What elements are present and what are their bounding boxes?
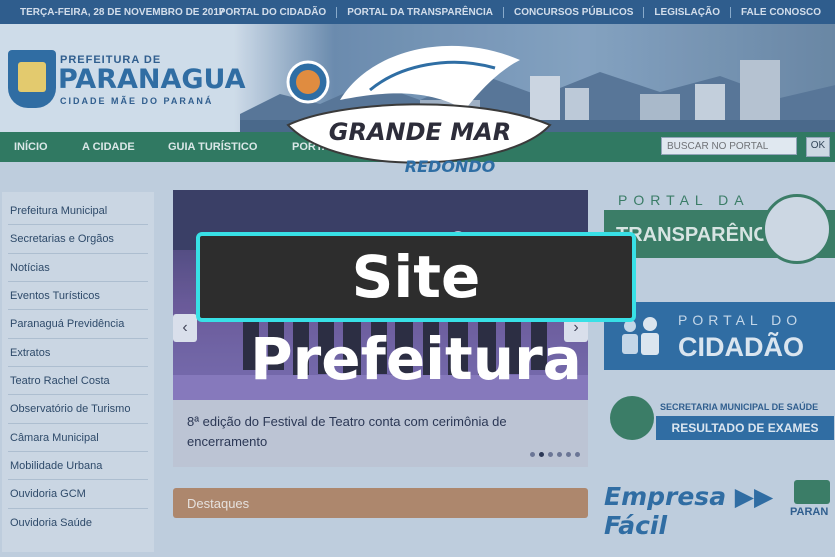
divider xyxy=(8,281,148,282)
nav-a-cidade[interactable]: A CIDADE xyxy=(82,141,135,153)
prefeitura-logo[interactable] xyxy=(8,50,56,108)
top-links: PORTAL DO CIDADÃO PORTAL DA TRANSPARÊNCI… xyxy=(209,7,831,18)
portal-cidadao-banner[interactable]: PORTAL DO CIDADÃO xyxy=(604,302,835,370)
overlay-title-banner: Site Prefeitura xyxy=(196,232,636,393)
prefeitura-seal-icon xyxy=(762,194,832,264)
logo-redondo-text: REDONDO xyxy=(405,157,496,176)
sidebar-item-camara[interactable]: Câmara Municipal xyxy=(10,432,99,444)
divider xyxy=(8,309,148,310)
brand-tagline: CIDADE MÃE DO PARANÁ xyxy=(60,96,214,106)
link-portal-transparencia[interactable]: PORTAL DA TRANSPARÊNCIA xyxy=(336,7,503,18)
divider xyxy=(8,253,148,254)
search-input[interactable] xyxy=(661,137,797,155)
slider-dot[interactable] xyxy=(557,452,562,457)
saude-cross-icon xyxy=(610,396,654,440)
destaques-header: Destaques xyxy=(173,488,588,518)
slider-dot[interactable] xyxy=(539,452,544,457)
sidebar-item-eventos[interactable]: Eventos Turísticos xyxy=(10,290,100,302)
transparencia-prefix: PORTAL DA xyxy=(618,192,750,208)
sidebar-item-secretarias[interactable]: Secretarias e Orgãos xyxy=(10,233,114,245)
sidebar-item-noticias[interactable]: Notícias xyxy=(10,262,50,274)
people-icon xyxy=(622,317,659,355)
link-legislacao[interactable]: LEGISLAÇÃO xyxy=(643,7,730,18)
sidebar-item-ouvidoria-saude[interactable]: Ouvidoria Saúde xyxy=(10,517,92,529)
resultado-exames-button[interactable]: RESULTADO DE EXAMES xyxy=(656,416,834,440)
slider-dot[interactable] xyxy=(566,452,571,457)
cidadao-prefix: PORTAL DO xyxy=(678,312,803,328)
divider xyxy=(8,366,148,367)
link-concursos[interactable]: CONCURSOS PÚBLICOS xyxy=(502,7,643,18)
slider-dot[interactable] xyxy=(548,452,553,457)
logo-grande-mar-text: GRANDE MAR xyxy=(329,118,511,146)
slide-caption-text[interactable]: 8ª edição do Festival de Teatro conta co… xyxy=(187,412,567,452)
link-fale-conosco[interactable]: FALE CONOSCO xyxy=(729,7,831,18)
destaques-label: Destaques xyxy=(187,496,250,511)
sidebar-item-ouvidoria-gcm[interactable]: Ouvidoria GCM xyxy=(10,488,86,500)
sidebar-item-previdencia[interactable]: Paranaguá Previdência xyxy=(10,318,124,330)
parana-label: PARAN xyxy=(790,506,829,518)
divider xyxy=(8,451,148,452)
grande-mar-redondo-logo: GRANDE MAR REDONDO xyxy=(286,45,552,176)
overlay-title-text: Site Prefeitura xyxy=(250,243,582,393)
top-utility-bar: TERÇA-FEIRA, 28 DE NOVEMBRO DE 2017 PORT… xyxy=(0,0,835,24)
right-banners: PORTAL DA TRANSPARÊNCIA PORTAL DO CIDADÃ… xyxy=(604,186,835,557)
slide-caption[interactable]: 8ª edição do Festival de Teatro conta co… xyxy=(173,400,588,467)
sidebar-item-observatorio[interactable]: Observatório de Turismo xyxy=(10,403,130,415)
divider xyxy=(8,508,148,509)
search-button[interactable]: OK xyxy=(806,137,830,157)
sidebar-item-mobilidade[interactable]: Mobilidade Urbana xyxy=(10,460,102,472)
slider-prev-button[interactable]: ‹ xyxy=(173,314,197,342)
nav-guia-turistico[interactable]: GUIA TURÍSTICO xyxy=(168,141,257,153)
saude-secretaria-label: SECRETARIA MUNICIPAL DE SAÚDE xyxy=(660,402,819,412)
divider xyxy=(8,224,148,225)
link-portal-cidadao[interactable]: PORTAL DO CIDADÃO xyxy=(209,7,336,18)
current-date: TERÇA-FEIRA, 28 DE NOVEMBRO DE 2017 xyxy=(20,7,225,18)
divider xyxy=(8,423,148,424)
parana-logo-icon xyxy=(794,480,830,504)
slider-dot[interactable] xyxy=(575,452,580,457)
sidebar-item-extratos[interactable]: Extratos xyxy=(10,347,50,359)
slider-dot[interactable] xyxy=(530,452,535,457)
nav-inicio[interactable]: INÍCIO xyxy=(14,141,48,153)
sidebar-item-teatro[interactable]: Teatro Rachel Costa xyxy=(10,375,110,387)
divider xyxy=(8,479,148,480)
divider xyxy=(8,338,148,339)
slider-pagination xyxy=(530,452,580,457)
divider xyxy=(8,394,148,395)
sidebar-item-prefeitura[interactable]: Prefeitura Municipal xyxy=(10,205,107,217)
sidebar-menu: Prefeitura Municipal Secretarias e Orgão… xyxy=(2,192,154,552)
cidadao-label: CIDADÃO xyxy=(678,332,804,362)
brand-name[interactable]: PARANAGUA xyxy=(58,64,246,95)
